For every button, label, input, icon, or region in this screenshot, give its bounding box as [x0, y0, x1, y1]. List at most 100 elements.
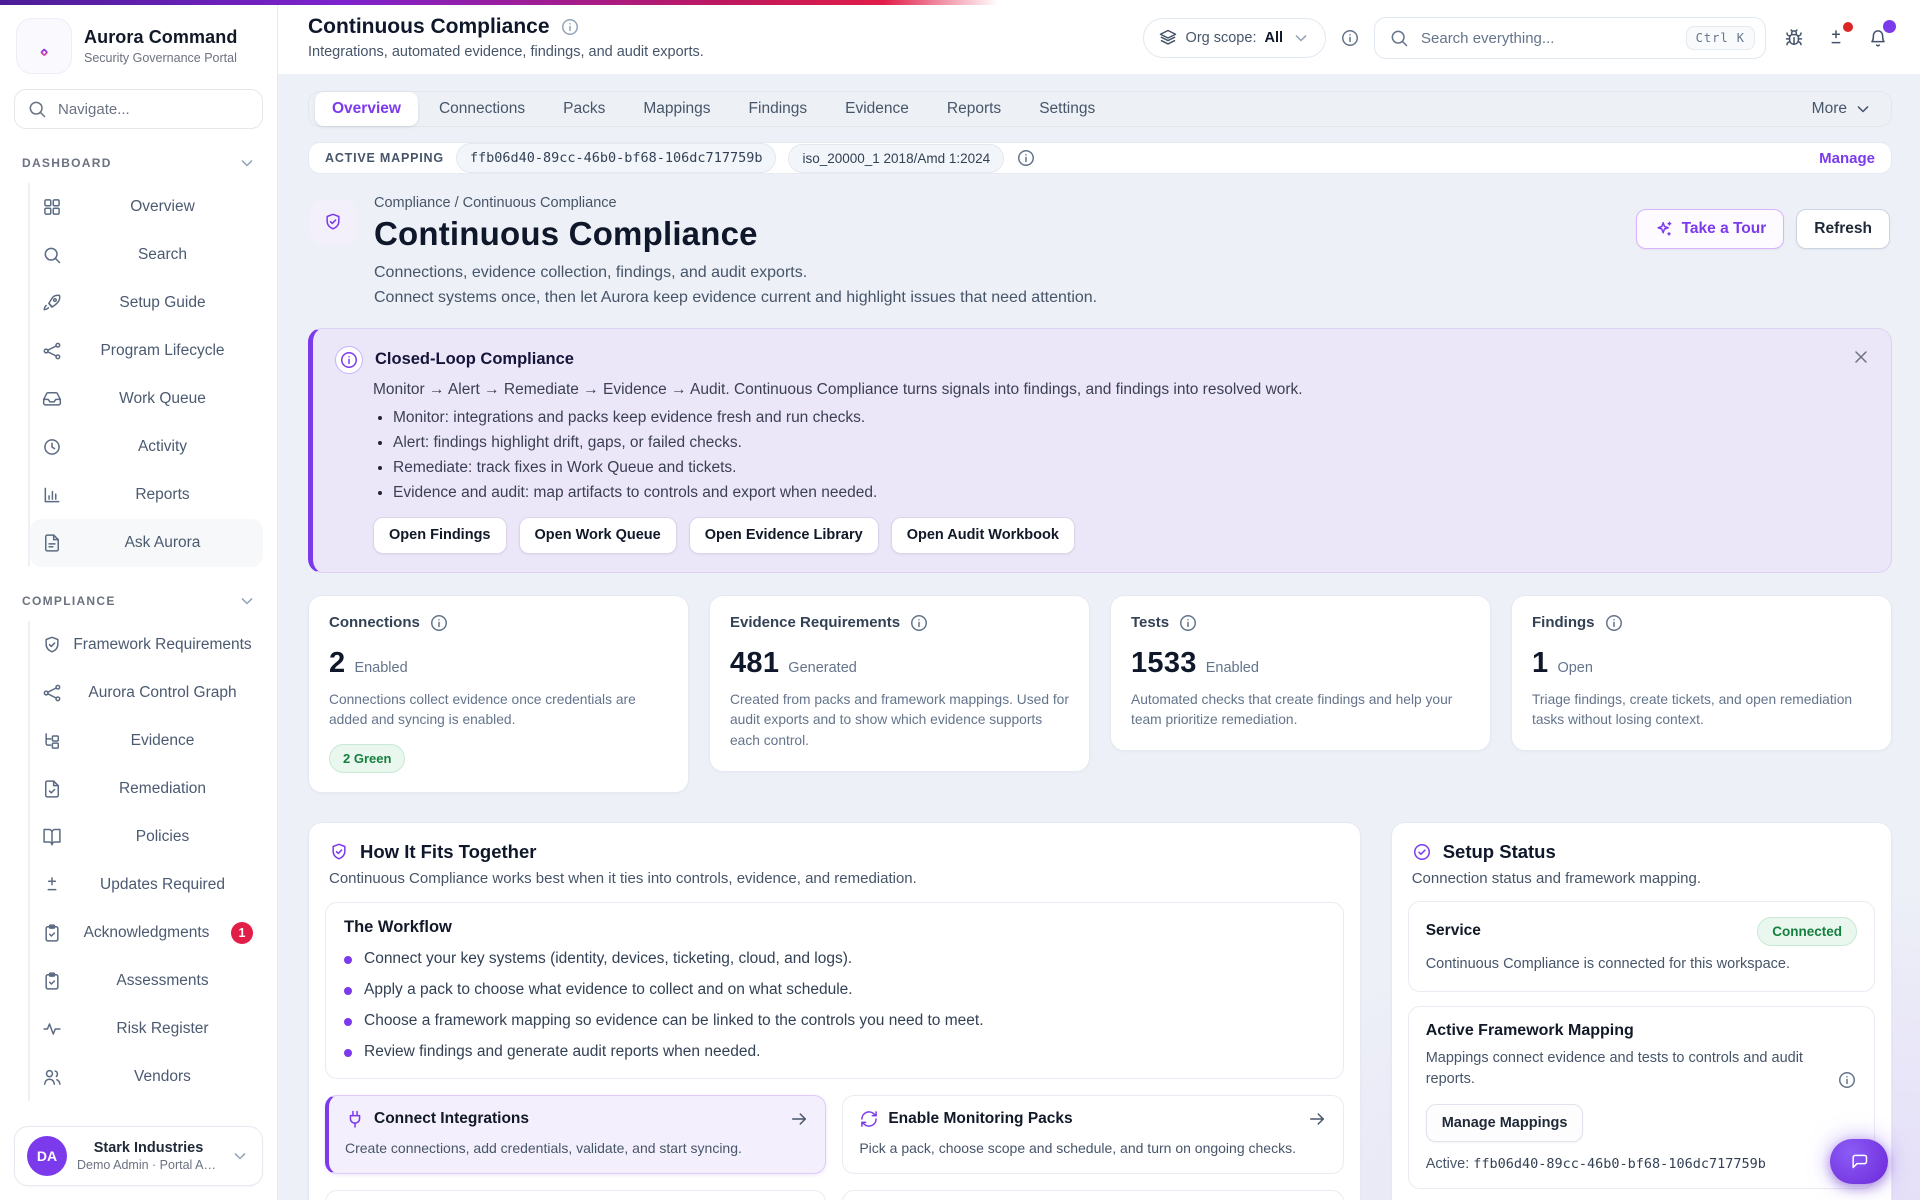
- debug-bug-button[interactable]: [1780, 24, 1808, 52]
- refresh-button[interactable]: Refresh: [1796, 209, 1890, 249]
- book-open-icon: [42, 827, 62, 847]
- open-evidence-library-button[interactable]: Open Evidence Library: [688, 516, 879, 554]
- tab-settings[interactable]: Settings: [1022, 92, 1112, 126]
- sidebar-item-vendors[interactable]: Vendors: [30, 1053, 263, 1101]
- brand-name: Aurora Command: [84, 27, 238, 47]
- breadcrumb: Compliance / Continuous Compliance: [374, 195, 617, 211]
- sidebar-navigate-search[interactable]: [14, 89, 263, 129]
- take-a-tour-button[interactable]: Take a Tour: [1635, 209, 1785, 249]
- tab-mappings[interactable]: Mappings: [626, 92, 727, 126]
- stat-card-connections: Connections 2 Enabled Connections collect…: [308, 594, 689, 793]
- sidebar-item-risk-register[interactable]: Risk Register: [30, 1005, 263, 1053]
- workflow-step: Review findings and generate audit repor…: [344, 1043, 1325, 1061]
- sidebar-item-activity[interactable]: Activity: [30, 423, 263, 471]
- manage-mappings-button[interactable]: Manage Mappings: [1425, 1104, 1584, 1143]
- sidebar-section-compliance[interactable]: COMPLIANCE: [14, 591, 263, 611]
- info-icon[interactable]: [1340, 28, 1360, 48]
- service-desc: Continuous Compliance is connected for t…: [1425, 955, 1791, 972]
- callout-bullet: Remediate: track fixes in Work Queue and…: [393, 459, 1869, 477]
- user-role: Demo Admin · Portal Ad...: [77, 1158, 220, 1172]
- sidebar-item-remediation[interactable]: Remediation: [30, 765, 263, 813]
- close-icon[interactable]: [1847, 343, 1875, 371]
- info-icon[interactable]: [1604, 613, 1624, 633]
- notifications-button[interactable]: [1864, 20, 1896, 52]
- compliance-nav-group: Framework Requirements Aurora Control Gr…: [28, 621, 263, 1101]
- manage-mapping-link[interactable]: Manage: [1819, 150, 1875, 167]
- sidebar-item-updates-required[interactable]: Updates Required: [30, 861, 263, 909]
- updates-diff-button[interactable]: [1822, 22, 1853, 52]
- page-subtitle: Integrations, automated evidence, findin…: [308, 44, 704, 60]
- users-icon: [42, 1067, 62, 1087]
- hero-section: Compliance / Continuous Compliance Conti…: [308, 189, 1892, 313]
- tab-evidence[interactable]: Evidence: [828, 92, 926, 126]
- stat-unit: Enabled: [1205, 659, 1259, 676]
- shield-check-icon: [310, 199, 356, 245]
- tab-connections[interactable]: Connections: [422, 92, 542, 126]
- page-title: Continuous Compliance: [308, 15, 550, 38]
- sidebar-section-dashboard[interactable]: DASHBOARD: [14, 153, 263, 173]
- info-icon[interactable]: [1016, 148, 1036, 168]
- navigate-input[interactable]: [56, 99, 250, 119]
- chevron-down-icon: [1853, 99, 1873, 119]
- stat-unit: Open: [1557, 659, 1593, 676]
- tabs-more-button[interactable]: More: [1812, 99, 1885, 119]
- sidebar-item-evidence[interactable]: Evidence: [30, 717, 263, 765]
- check-circle-icon: [1412, 842, 1432, 862]
- stat-value: 481: [730, 646, 780, 679]
- tab-packs[interactable]: Packs: [546, 92, 622, 126]
- chat-launcher-button[interactable]: [1830, 1139, 1888, 1184]
- setup-status-subtitle: Connection status and framework mapping.: [1411, 869, 1702, 887]
- sidebar-item-ask-aurora[interactable]: Ask Aurora: [30, 519, 263, 567]
- sidebar-item-framework-requirements[interactable]: Framework Requirements: [30, 621, 263, 669]
- mapping-desc: Mappings connect evidence and tests to c…: [1425, 1049, 1803, 1087]
- sidebar-item-acknowledgments[interactable]: Acknowledgments 1: [30, 909, 263, 957]
- tab-overview[interactable]: Overview: [315, 92, 418, 126]
- flow-icon: [42, 683, 62, 703]
- global-search-input[interactable]: [1419, 28, 1676, 48]
- info-icon[interactable]: [909, 613, 929, 633]
- avatar: DA: [27, 1136, 67, 1176]
- info-icon[interactable]: [1837, 1070, 1857, 1090]
- map-controls-to-evidence-card[interactable]: Map Controls to Evidence Choose a framew…: [325, 1190, 827, 1200]
- open-findings-button[interactable]: Open Findings: [373, 516, 507, 554]
- tab-findings[interactable]: Findings: [732, 92, 825, 126]
- sidebar-item-assessments[interactable]: Assessments: [30, 957, 263, 1005]
- bottom-section: How It Fits Together Continuous Complian…: [308, 821, 1892, 1200]
- brand-accent-strip: [0, 0, 1920, 5]
- review-findings-card[interactable]: Review Findings See issues found by auto…: [842, 1190, 1344, 1200]
- main-area: Continuous Compliance Integrations, auto…: [278, 0, 1920, 1200]
- active-framework-mapping-card: Active Framework Mapping Mappings connec…: [1407, 1005, 1875, 1190]
- connect-integrations-card[interactable]: Connect Integrations Create connections,…: [325, 1094, 827, 1175]
- open-audit-workbook-button[interactable]: Open Audit Workbook: [890, 516, 1075, 554]
- stat-desc: Connections collect evidence once creden…: [329, 691, 636, 728]
- workflow-title: The Workflow: [344, 917, 452, 936]
- search-icon: [42, 245, 62, 265]
- hero-desc-1: Connections, evidence collection, findin…: [374, 264, 808, 281]
- setup-status-title: Setup Status: [1442, 840, 1556, 862]
- sidebar-item-policies[interactable]: Policies: [30, 813, 263, 861]
- info-icon[interactable]: [560, 17, 580, 37]
- info-icon[interactable]: [429, 613, 449, 633]
- sidebar-item-overview[interactable]: Overview: [30, 183, 263, 231]
- service-status-card: Service Connected Continuous Compliance …: [1407, 900, 1875, 992]
- enable-monitoring-packs-card[interactable]: Enable Monitoring Packs Pick a pack, cho…: [842, 1094, 1344, 1175]
- sidebar-item-program-lifecycle[interactable]: Program Lifecycle: [30, 327, 263, 375]
- info-icon[interactable]: [1178, 613, 1198, 633]
- global-search[interactable]: Ctrl K: [1374, 17, 1766, 59]
- bar-chart-icon: [42, 485, 62, 505]
- open-work-queue-button[interactable]: Open Work Queue: [518, 516, 677, 554]
- chevron-down-icon: [1291, 28, 1311, 48]
- stat-value: 2: [329, 646, 346, 679]
- hero-desc-2: Connect systems once, then let Aurora ke…: [374, 288, 1098, 306]
- sidebar-item-setup-guide[interactable]: Setup Guide: [30, 279, 263, 327]
- sidebar-item-reports[interactable]: Reports: [30, 471, 263, 519]
- stat-card-evidence-requirements: Evidence Requirements 481 Generated Creat…: [709, 594, 1090, 772]
- org-scope-selector[interactable]: Org scope: All: [1142, 18, 1326, 58]
- arrow-right-icon: [789, 1109, 809, 1129]
- tab-reports[interactable]: Reports: [930, 92, 1018, 126]
- user-menu[interactable]: DA Stark Industries Demo Admin · Portal …: [14, 1126, 263, 1186]
- sidebar-item-work-queue[interactable]: Work Queue: [30, 375, 263, 423]
- sidebar-item-aurora-control-graph[interactable]: Aurora Control Graph: [30, 669, 263, 717]
- sidebar-item-search[interactable]: Search: [30, 231, 263, 279]
- active-mapping-bar: ACTIVE MAPPING ffb06d40-89cc-46b0-bf68-1…: [308, 142, 1892, 174]
